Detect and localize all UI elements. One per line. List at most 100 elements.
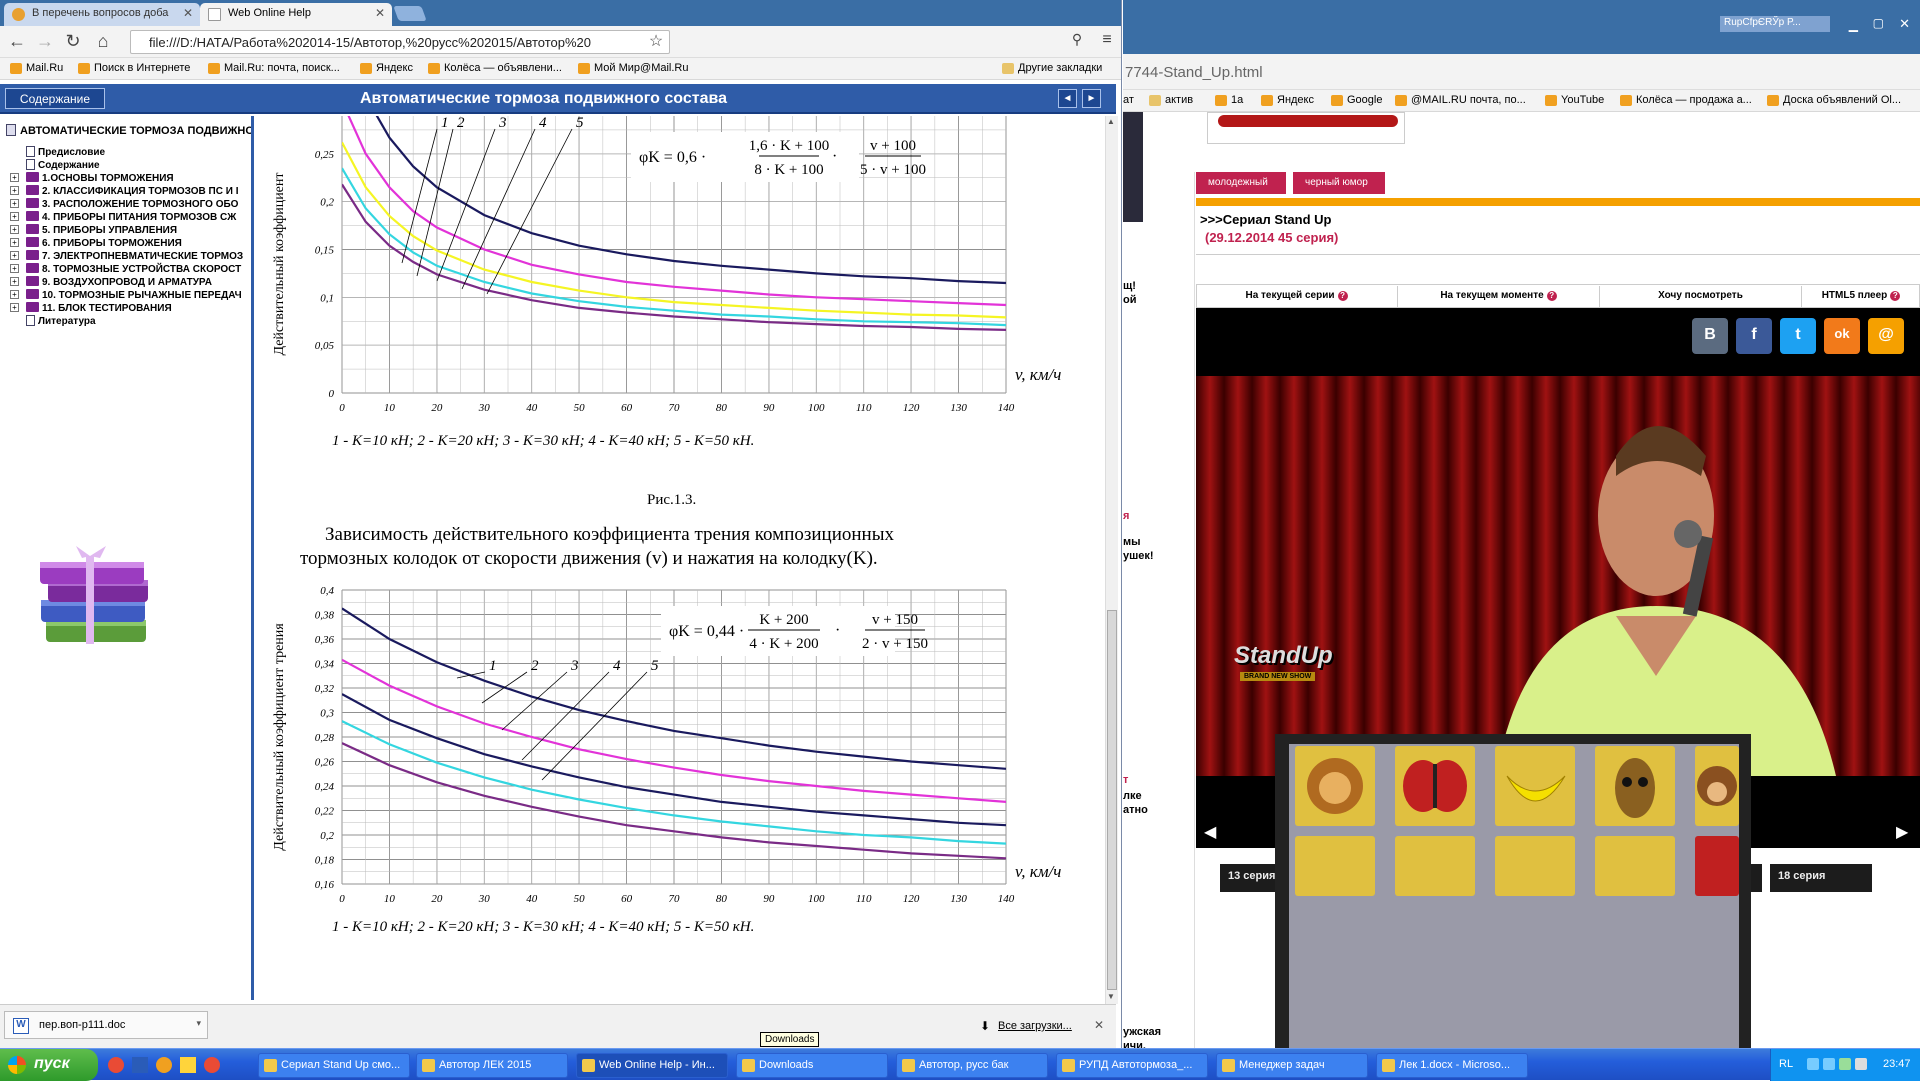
other-bookmarks-folder[interactable]: Другие закладки — [1002, 62, 1102, 74]
all-downloads-link[interactable]: Все загрузки... — [998, 1020, 1072, 1032]
taskbar-item[interactable]: Автотор ЛЕК 2015 — [416, 1053, 568, 1078]
prev-episodes-arrow-icon[interactable]: ◀ — [1204, 822, 1216, 842]
toc-item[interactable]: Содержание — [26, 159, 100, 171]
bookmark-yandex[interactable]: Яндекс — [360, 62, 413, 74]
previous-page-button[interactable]: ◄ — [1058, 89, 1077, 108]
close-tab-icon[interactable]: ✕ — [183, 6, 193, 20]
toc-item[interactable]: 3. РАСПОЛОЖЕНИЕ ТОРМОЗНОГО ОБО — [26, 198, 238, 210]
back-icon[interactable]: ← — [6, 31, 28, 52]
scroll-down-icon[interactable]: ▼ — [1107, 992, 1115, 1001]
download-item[interactable]: W пер.воп-р111.doc ▾ — [4, 1011, 208, 1039]
bookmark-item[interactable]: @MAIL.RU почта, по... — [1395, 94, 1526, 106]
mailru-share-icon[interactable]: @ — [1868, 318, 1904, 354]
right-address-bar[interactable]: 7744-Stand_Up.html — [1123, 54, 1920, 90]
tab-web-online-help[interactable]: Web Online Help ✕ — [200, 3, 392, 26]
tab-want-to-watch[interactable]: Хочу посмотреть — [1600, 286, 1802, 308]
tag-black-humor[interactable]: черный юмор — [1293, 172, 1385, 194]
toc-item[interactable]: 7. ЭЛЕКТРОПНЕВМАТИЧЕСКИЕ ТОРМОЗ — [26, 250, 243, 262]
vk-share-icon[interactable]: В — [1692, 318, 1728, 354]
toc-item[interactable]: 6. ПРИБОРЫ ТОРМОЖЕНИЯ — [26, 237, 182, 249]
toc-item[interactable]: Предисловие — [26, 146, 105, 158]
chevron-down-icon[interactable]: ▾ — [196, 1018, 201, 1029]
bookmark-item[interactable]: актив — [1149, 94, 1193, 106]
toc-item[interactable]: 10. ТОРМОЗНЫЕ РЫЧАЖНЫЕ ПЕРЕДАЧ — [26, 289, 242, 301]
bookmark-moimir[interactable]: Мой Мир@Mail.Ru — [578, 62, 688, 74]
minimize-icon[interactable]: ▁ — [1849, 18, 1858, 32]
expand-toggle-icon[interactable]: + — [10, 212, 19, 221]
toc-item[interactable]: 5. ПРИБОРЫ УПРАВЛЕНИЯ — [26, 224, 177, 236]
bookmark-mailru[interactable]: Mail.Ru — [10, 62, 63, 74]
start-button[interactable]: пуск — [0, 1049, 98, 1081]
tab-html5-player[interactable]: HTML5 плеер? — [1802, 286, 1920, 308]
tray-icon[interactable] — [1823, 1058, 1835, 1070]
chrome-quicklaunch-icon[interactable] — [108, 1057, 124, 1073]
toc-item[interactable]: 1.ОСНОВЫ ТОРМОЖЕНИЯ — [26, 172, 174, 184]
next-episodes-arrow-icon[interactable]: ▶ — [1896, 822, 1908, 842]
bookmark-mailru-mail[interactable]: Mail.Ru: почта, поиск... — [208, 62, 340, 74]
taskbar-item[interactable]: Менеджер задач — [1216, 1053, 1368, 1078]
bookmark-item[interactable]: 1а — [1215, 94, 1243, 106]
odnoklassniki-share-icon[interactable]: ok — [1824, 318, 1860, 354]
expand-toggle-icon[interactable]: + — [10, 186, 19, 195]
episode-thumb[interactable]: 18 серия — [1770, 864, 1872, 892]
bookmark-item[interactable]: Колёса — продажа а... — [1620, 94, 1752, 106]
bookmark-kolesa[interactable]: Колёса — объявлени... — [428, 62, 562, 74]
series-title[interactable]: >>>Сериал Stand Up — [1200, 212, 1331, 227]
close-downloads-icon[interactable]: ✕ — [1094, 1018, 1104, 1032]
close-tab-icon[interactable]: ✕ — [375, 6, 385, 20]
taskbar-item[interactable]: РУПД Автотормоза_... — [1056, 1053, 1208, 1078]
taskbar-item[interactable]: Downloads — [736, 1053, 888, 1078]
tab-current-moment[interactable]: На текущем моменте? — [1398, 286, 1600, 308]
expand-toggle-icon[interactable]: + — [10, 238, 19, 247]
expand-toggle-icon[interactable]: + — [10, 225, 19, 234]
contents-button[interactable]: Содержание — [5, 88, 105, 109]
close-window-icon[interactable]: ✕ — [1899, 16, 1910, 32]
next-page-button[interactable]: ► — [1082, 89, 1101, 108]
taskbar-item[interactable]: Сериал Stand Up смо... — [258, 1053, 410, 1078]
toc-item[interactable]: 9. ВОЗДУХОПРОВОД И АРМАТУРА — [26, 276, 212, 288]
expand-toggle-icon[interactable]: + — [10, 199, 19, 208]
slot-machine-ad[interactable] — [1275, 734, 1751, 1048]
bookmark-item[interactable]: Яндекс — [1261, 94, 1314, 106]
search-icon[interactable]: ⚲ — [1066, 31, 1088, 48]
bookmark-star-icon[interactable]: ☆ — [645, 31, 667, 51]
taskbar-item[interactable]: Web Online Help - Ин... — [576, 1053, 728, 1078]
expand-toggle-icon[interactable]: + — [10, 290, 19, 299]
maximize-icon[interactable]: ▢ — [1873, 16, 1884, 30]
facebook-share-icon[interactable]: f — [1736, 318, 1772, 354]
reload-icon[interactable]: ↻ — [62, 31, 84, 52]
expand-toggle-icon[interactable]: + — [10, 303, 19, 312]
tab-current-series[interactable]: На текущей серии? — [1196, 286, 1398, 308]
language-indicator[interactable]: RL — [1779, 1058, 1793, 1070]
volume-icon[interactable] — [1855, 1058, 1867, 1070]
tray-icon[interactable] — [1839, 1058, 1851, 1070]
toc-item[interactable]: 8. ТОРМОЗНЫЕ УСТРОЙСТВА СКОРОСТ — [26, 263, 241, 275]
banner[interactable] — [1207, 112, 1405, 144]
tag-youth[interactable]: молодежный — [1196, 172, 1286, 194]
expand-toggle-icon[interactable]: + — [10, 251, 19, 260]
toc-item[interactable]: 4. ПРИБОРЫ ПИТАНИЯ ТОРМОЗОВ СЖ — [26, 211, 236, 223]
toc-item[interactable]: Литература — [26, 315, 96, 327]
word-quicklaunch-icon[interactable] — [132, 1057, 148, 1073]
clock[interactable]: 23:47 — [1883, 1058, 1911, 1070]
bookmark-search[interactable]: Поиск в Интернете — [78, 62, 190, 74]
expand-toggle-icon[interactable]: + — [10, 264, 19, 273]
app-quicklaunch-icon[interactable] — [180, 1057, 196, 1073]
scroll-thumb[interactable] — [1107, 610, 1117, 990]
toc-root[interactable]: АВТОМАТИЧЕСКИЕ ТОРМОЗА ПОДВИЖНО — [6, 124, 251, 137]
forward-icon[interactable]: → — [34, 31, 56, 52]
tab-questions[interactable]: В перечень вопросов доба ✕ — [4, 3, 200, 26]
expand-toggle-icon[interactable]: + — [10, 173, 19, 182]
app-quicklaunch-icon[interactable] — [156, 1057, 172, 1073]
twitter-share-icon[interactable]: t — [1780, 318, 1816, 354]
bookmark-item[interactable]: Доска объявлений Ol... — [1767, 94, 1901, 106]
bookmark-item[interactable]: ат — [1123, 94, 1134, 106]
menu-icon[interactable]: ≡ — [1096, 31, 1118, 49]
taskbar-item[interactable]: Автотор, русс бак — [896, 1053, 1048, 1078]
bookmark-item[interactable]: Google — [1331, 94, 1382, 106]
expand-toggle-icon[interactable]: + — [10, 277, 19, 286]
address-bar[interactable]: file:///D:/НАТА/Работа%202014-15/Автотор… — [130, 30, 670, 54]
tray-icon[interactable] — [1807, 1058, 1819, 1070]
bookmark-item[interactable]: YouTube — [1545, 94, 1604, 106]
document-vertical-scrollbar[interactable]: ▲ ▼ — [1105, 116, 1118, 1004]
